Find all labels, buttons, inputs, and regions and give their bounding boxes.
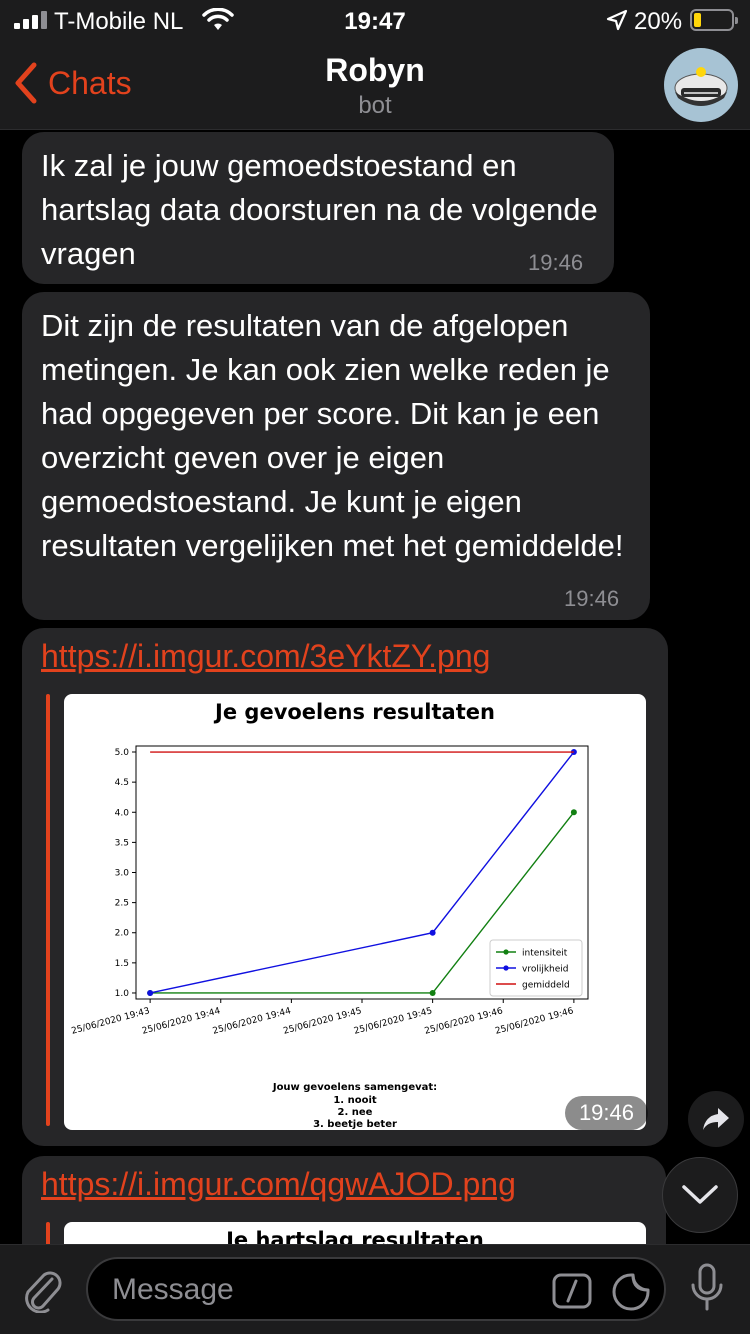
message-input[interactable]: Message <box>86 1257 666 1321</box>
chat-header: Chats Robyn bot <box>0 40 750 130</box>
x-tick-label: 25/06/2020 19:43 <box>70 1006 151 1037</box>
message-placeholder: Message <box>112 1273 234 1306</box>
message-text: Dit zijn de resultaten van de afgelopen … <box>41 308 624 563</box>
summary-item: 1. nooit <box>333 1095 377 1106</box>
battery-percentage: 20% <box>634 8 683 35</box>
message-time: 19:46 <box>528 250 584 275</box>
scroll-to-bottom-button[interactable] <box>662 1157 738 1233</box>
data-point-vrolijkheid <box>147 989 154 996</box>
bot-command-icon[interactable] <box>552 1273 592 1309</box>
summary-item: 2. nee <box>338 1107 373 1118</box>
summary-item: 3. beetje beter <box>313 1119 397 1130</box>
preview-accent-bar <box>46 1222 50 1244</box>
message-text: Ik zal je jouw gemoedstoestand en hartsl… <box>41 148 598 271</box>
y-tick-label: 1.0 <box>115 989 130 999</box>
summary-title: Jouw gevoelens samengevat: <box>272 1082 437 1093</box>
avatar[interactable] <box>664 48 738 122</box>
x-tick-label: 25/06/2020 19:45 <box>282 1006 363 1037</box>
message-composer: Message <box>0 1244 750 1334</box>
chart-preview-image[interactable]: Je hartslag resultaten <box>64 1222 646 1244</box>
x-tick-label: 25/06/2020 19:44 <box>212 1006 293 1037</box>
location-arrow-icon <box>606 9 628 31</box>
y-tick-label: 5.0 <box>115 748 130 758</box>
image-link[interactable]: https://i.imgur.com/qgwAJOD.png <box>41 1166 516 1203</box>
microphone-icon[interactable] <box>690 1263 724 1315</box>
share-button[interactable] <box>688 1091 744 1147</box>
message-list[interactable]: Ik zal je jouw gemoedstoestand en hartsl… <box>0 130 750 1244</box>
sticker-icon[interactable] <box>612 1273 650 1311</box>
data-point-intensiteit <box>429 989 436 996</box>
image-timestamp: 19:46 <box>564 1096 648 1130</box>
chevron-down-icon <box>682 1185 718 1204</box>
message-time: 19:46 <box>564 586 620 611</box>
y-tick-label: 3.5 <box>115 838 129 848</box>
preview-title: Je hartslag resultaten <box>226 1228 484 1244</box>
status-bar: T-Mobile NL 19:47 20% <box>0 0 750 40</box>
paperclip-icon[interactable] <box>20 1265 64 1313</box>
share-arrow-icon <box>703 1108 729 1130</box>
chat-subtitle: bot <box>358 92 392 119</box>
chart-preview-image[interactable]: Je gevoelens resultaten 1.0 1.5 2.0 2.5 3.0 3… <box>64 694 646 1130</box>
legend-marker <box>503 965 509 971</box>
y-tick-label: 2.0 <box>115 929 130 939</box>
x-tick-label: 25/06/2020 19:46 <box>424 1006 505 1037</box>
link-message-bubble[interactable]: https://i.imgur.com/qgwAJOD.png Je harts… <box>22 1156 666 1244</box>
link-message-bubble[interactable]: https://i.imgur.com/3eYktZY.png Je gevoe… <box>22 628 668 1146</box>
battery-icon <box>690 9 738 31</box>
x-tick-label: 25/06/2020 19:46 <box>494 1006 575 1037</box>
chart-legend: intensiteit vrolijkheid gemiddeld <box>489 939 583 997</box>
message-bubble[interactable]: Ik zal je jouw gemoedstoestand en hartsl… <box>22 132 614 284</box>
y-tick-label: 1.5 <box>115 959 129 969</box>
data-point-vrolijkheid <box>429 929 436 936</box>
y-tick-label: 4.0 <box>115 808 130 818</box>
legend-label: vrolijkheid <box>522 965 569 975</box>
message-bubble[interactable]: Dit zijn de resultaten van de afgelopen … <box>22 292 650 620</box>
data-point-intensiteit <box>570 809 577 816</box>
captain-hat-icon <box>674 67 728 106</box>
y-tick-label: 2.5 <box>115 899 129 909</box>
preview-accent-bar <box>46 694 50 1126</box>
chat-title[interactable]: Robyn <box>0 52 750 89</box>
x-tick-label: 25/06/2020 19:45 <box>353 1006 434 1037</box>
legend-label: gemiddeld <box>522 981 570 991</box>
image-link[interactable]: https://i.imgur.com/3eYktZY.png <box>41 638 490 675</box>
x-tick-label: 25/06/2020 19:44 <box>141 1006 222 1037</box>
chart-svg: Je gevoelens resultaten 1.0 1.5 2.0 2.5 3.0 3… <box>70 700 589 1130</box>
y-tick-label: 4.5 <box>115 778 129 788</box>
y-tick-label: 3.0 <box>115 869 130 879</box>
chart-title: Je gevoelens resultaten <box>213 700 495 724</box>
legend-marker <box>503 949 509 955</box>
legend-label: intensiteit <box>522 949 568 959</box>
